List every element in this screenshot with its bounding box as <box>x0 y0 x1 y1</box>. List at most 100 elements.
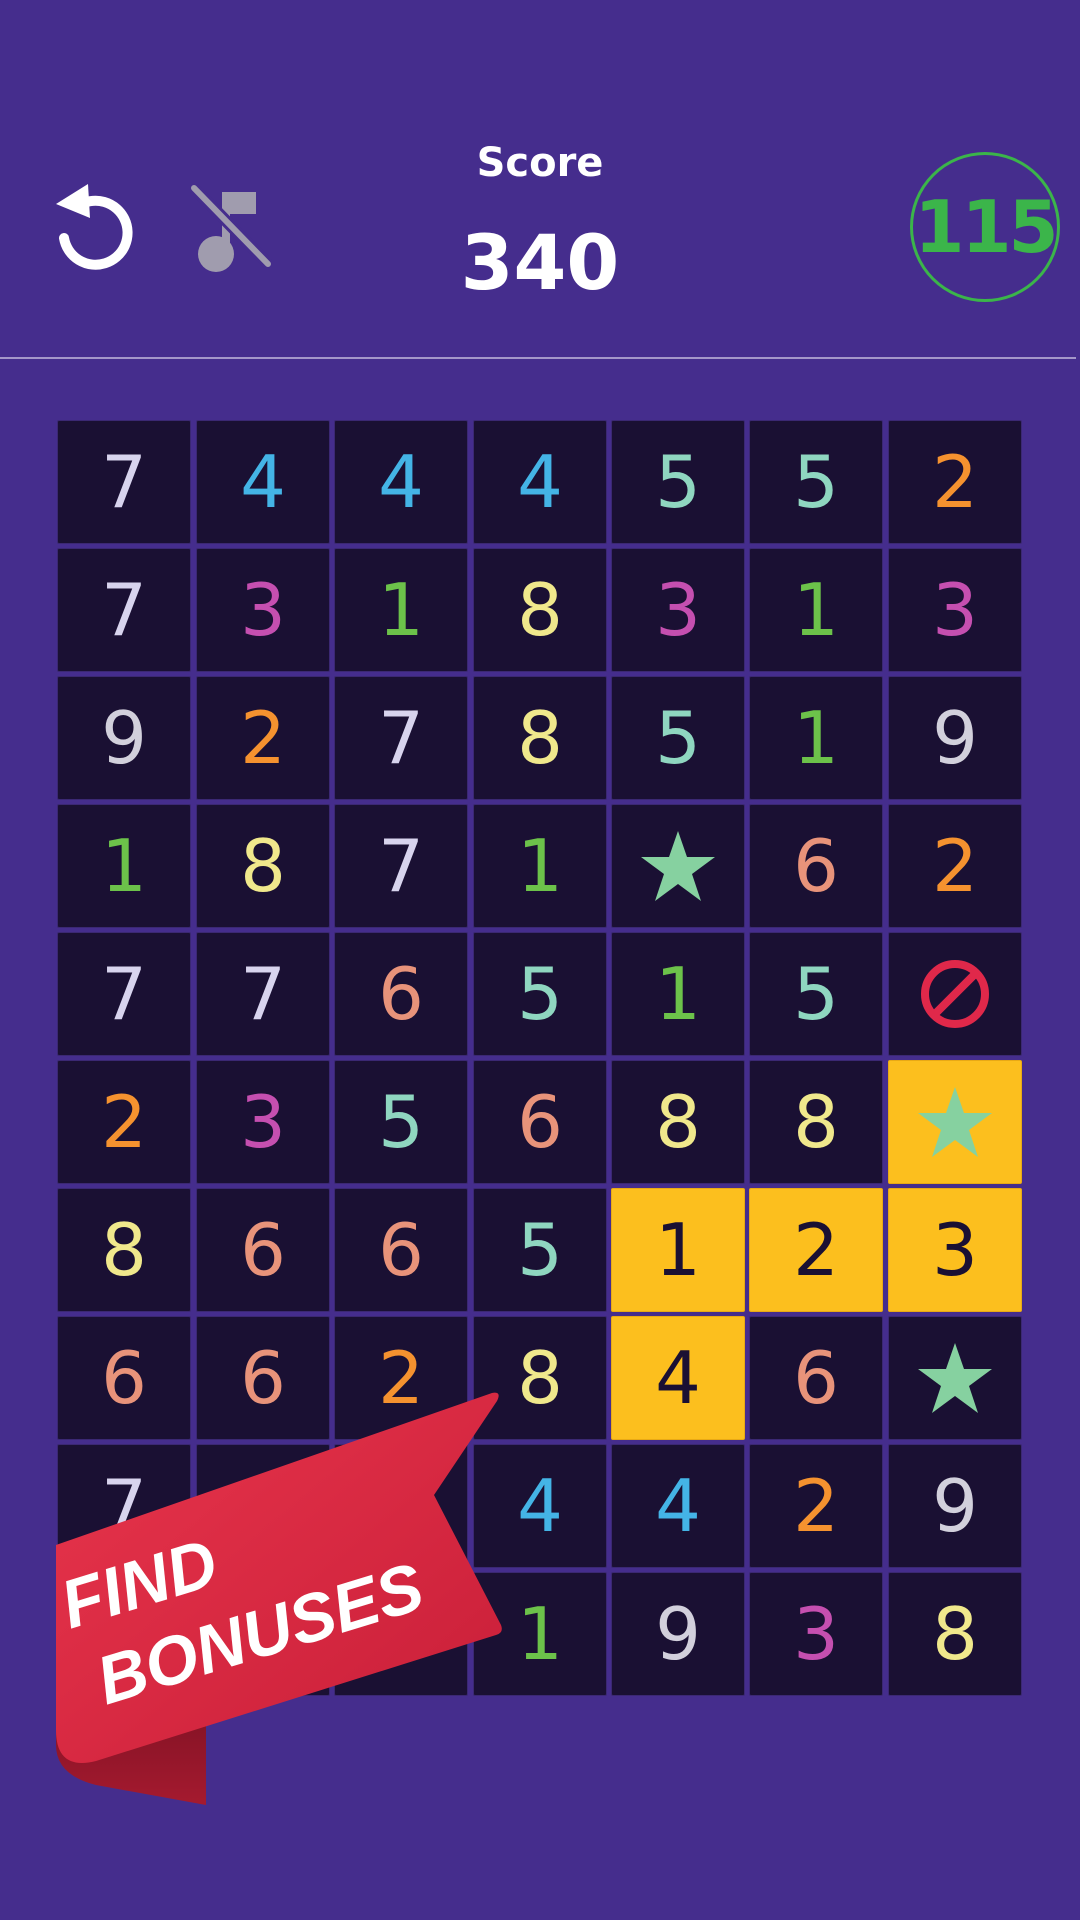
number-cell[interactable]: 1 <box>473 804 607 928</box>
cell-number: 8 <box>793 1080 839 1164</box>
cell-number: 1 <box>517 1592 563 1676</box>
cell-number: 2 <box>101 1080 147 1164</box>
number-cell[interactable]: 3 <box>196 1060 330 1184</box>
number-cell[interactable]: 5 <box>334 1060 468 1184</box>
number-cell[interactable]: 2 <box>888 804 1022 928</box>
number-cell[interactable]: 6 <box>749 1316 883 1440</box>
number-cell[interactable]: 8 <box>196 804 330 928</box>
cell-number: 1 <box>517 824 563 908</box>
number-cell[interactable]: 1 <box>749 676 883 800</box>
number-cell[interactable]: 3 <box>749 1572 883 1696</box>
cell-number: 9 <box>932 1464 978 1548</box>
number-cell[interactable]: 5 <box>473 932 607 1056</box>
number-cell[interactable]: 5 <box>611 676 745 800</box>
number-cell[interactable]: 7 <box>334 676 468 800</box>
cell-number: 5 <box>793 440 839 524</box>
cell-number: 5 <box>517 1208 563 1292</box>
number-cell[interactable]: 1 <box>611 932 745 1056</box>
number-cell[interactable]: 7 <box>196 932 330 1056</box>
cell-number: 9 <box>655 1592 701 1676</box>
number-cell[interactable]: 7 <box>57 548 191 672</box>
number-cell[interactable]: 7 <box>57 932 191 1056</box>
number-cell[interactable]: 4 <box>334 420 468 544</box>
number-cell[interactable]: 8 <box>888 1572 1022 1696</box>
cell-number: 3 <box>793 1592 839 1676</box>
number-cell[interactable]: 5 <box>611 420 745 544</box>
number-cell[interactable]: 6 <box>196 1188 330 1312</box>
cell-number: 4 <box>655 1464 701 1548</box>
cell-number: 3 <box>655 568 701 652</box>
number-cell[interactable]: 7 <box>334 804 468 928</box>
number-cell[interactable]: 2 <box>749 1444 883 1568</box>
number-cell[interactable]: 6 <box>749 804 883 928</box>
cell-number: 8 <box>932 1592 978 1676</box>
number-cell[interactable]: 6 <box>334 932 468 1056</box>
number-cell[interactable]: 8 <box>473 548 607 672</box>
cell-number: 6 <box>240 1208 286 1292</box>
cell-number: 1 <box>793 568 839 652</box>
number-cell[interactable]: 7 <box>57 420 191 544</box>
number-cell[interactable]: 2 <box>888 420 1022 544</box>
cell-number: 5 <box>517 952 563 1036</box>
cell-number: 2 <box>793 1208 839 1292</box>
cell-number: 6 <box>793 1336 839 1420</box>
number-cell[interactable]: 5 <box>749 420 883 544</box>
number-cell[interactable]: 9 <box>611 1572 745 1696</box>
number-cell[interactable]: 5 <box>749 932 883 1056</box>
number-cell[interactable]: 1 <box>334 548 468 672</box>
star-icon <box>916 1085 994 1159</box>
number-cell[interactable]: 1 <box>611 1188 745 1312</box>
cell-number: 3 <box>240 1080 286 1164</box>
star-bonus-cell[interactable] <box>888 1060 1022 1184</box>
number-cell[interactable]: 3 <box>611 548 745 672</box>
cell-number: 1 <box>101 824 147 908</box>
number-cell[interactable]: 6 <box>334 1188 468 1312</box>
cell-number: 8 <box>517 1336 563 1420</box>
number-cell[interactable]: 2 <box>57 1060 191 1184</box>
number-cell[interactable]: 1 <box>749 548 883 672</box>
number-cell[interactable]: 8 <box>473 676 607 800</box>
cell-number: 1 <box>793 696 839 780</box>
star-bonus-cell[interactable] <box>888 1316 1022 1440</box>
find-bonuses-banner: FIND BONUSES <box>52 1385 506 1805</box>
number-cell[interactable]: 8 <box>749 1060 883 1184</box>
number-cell[interactable]: 9 <box>888 676 1022 800</box>
cell-number: 6 <box>378 952 424 1036</box>
cell-number: 7 <box>101 440 147 524</box>
cell-number: 6 <box>378 1208 424 1292</box>
cell-number: 3 <box>240 568 286 652</box>
cell-number: 3 <box>932 1208 978 1292</box>
number-cell[interactable]: 5 <box>473 1188 607 1312</box>
number-cell[interactable]: 3 <box>888 548 1022 672</box>
number-cell[interactable]: 9 <box>888 1444 1022 1568</box>
number-cell[interactable]: 8 <box>611 1060 745 1184</box>
cell-number: 8 <box>655 1080 701 1164</box>
star-icon <box>639 829 717 903</box>
number-cell[interactable]: 4 <box>196 420 330 544</box>
number-cell[interactable]: 4 <box>473 420 607 544</box>
cell-number: 2 <box>240 696 286 780</box>
cell-number: 5 <box>655 440 701 524</box>
number-cell[interactable]: 3 <box>888 1188 1022 1312</box>
blocked-cell[interactable] <box>888 932 1022 1056</box>
number-cell[interactable]: 1 <box>57 804 191 928</box>
number-cell[interactable]: 9 <box>57 676 191 800</box>
number-cell[interactable]: 2 <box>749 1188 883 1312</box>
number-cell[interactable]: 3 <box>196 548 330 672</box>
cell-number: 4 <box>517 440 563 524</box>
blocked-icon <box>918 957 992 1031</box>
number-cell[interactable]: 6 <box>473 1060 607 1184</box>
cell-number: 7 <box>101 568 147 652</box>
cell-number: 4 <box>517 1464 563 1548</box>
number-cell[interactable]: 8 <box>57 1188 191 1312</box>
cell-number: 6 <box>517 1080 563 1164</box>
cell-number: 5 <box>655 696 701 780</box>
cell-number: 7 <box>378 696 424 780</box>
cell-number: 9 <box>101 696 147 780</box>
number-cell[interactable]: 4 <box>611 1316 745 1440</box>
cell-number: 2 <box>793 1464 839 1548</box>
star-bonus-cell[interactable] <box>611 804 745 928</box>
cell-number: 5 <box>378 1080 424 1164</box>
number-cell[interactable]: 4 <box>611 1444 745 1568</box>
number-cell[interactable]: 2 <box>196 676 330 800</box>
